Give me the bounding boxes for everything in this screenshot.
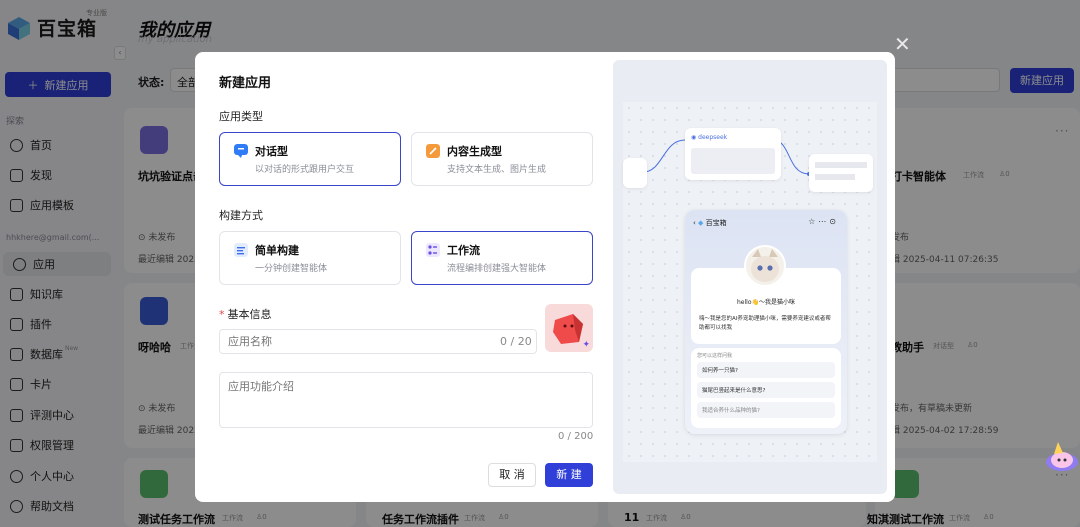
app-name-input[interactable] (219, 329, 537, 354)
suggested-question: 猫尾巴竖起来是什么意思? (697, 382, 835, 398)
type-option-desc: 支持文本生成、图片生成 (447, 165, 547, 175)
type-option-desc: 以对话的形式跟用户交互 (255, 165, 355, 175)
preview-canvas: ◉ deepseek ‹ ◆ 百宝箱 ☆⋯⊙ hello👋～我是猫小咪 嗨～我是… (623, 102, 877, 462)
build-option-workflow[interactable]: 工作流 流程编排创建强大智能体 (411, 231, 593, 285)
star-icon: ☆ (808, 217, 819, 226)
workflow-icon (426, 243, 440, 257)
more-icon: ⋯ (818, 217, 830, 226)
build-option-simple[interactable]: 简单构建 一分钟创建智能体 (219, 231, 401, 285)
app-description-input[interactable] (219, 372, 593, 428)
deepseek-node-label: ◉ deepseek (691, 134, 728, 141)
phone-preview: ‹ ◆ 百宝箱 ☆⋯⊙ hello👋～我是猫小咪 嗨～我是您的AI养宠助理猫小咪… (685, 210, 847, 434)
build-option-desc: 流程编排创建强大智能体 (447, 264, 547, 274)
app-type-section-label: 应用类型 (219, 110, 263, 123)
type-option-content[interactable]: 内容生成型 支持文本生成、图片生成 (411, 132, 593, 186)
flow-node-left (623, 158, 647, 188)
create-button[interactable]: 新 建 (545, 463, 593, 487)
list-icon (234, 243, 248, 257)
build-option-name: 工作流 (447, 244, 480, 257)
app-avatar-picker[interactable]: ✦ (545, 304, 593, 352)
type-option-name: 内容生成型 (447, 145, 502, 158)
phone-intro-text: 嗨～我是您的AI养宠助理猫小咪，需要养宠建议或者帮助都可以找我 (699, 316, 831, 331)
record-icon: ⊙ (829, 217, 839, 226)
build-section-label: 构建方式 (219, 209, 263, 222)
cat-avatar (744, 245, 786, 287)
flow-node-deepseek: ◉ deepseek (685, 128, 781, 180)
app-description-counter: 0 / 200 (558, 431, 594, 442)
assistant-mascot-icon[interactable] (1044, 440, 1080, 472)
preview-panel: ◉ deepseek ‹ ◆ 百宝箱 ☆⋯⊙ hello👋～我是猫小咪 嗨～我是… (613, 60, 887, 494)
modal-title: 新建应用 (219, 76, 272, 91)
flow-node-right (809, 154, 873, 192)
cancel-button[interactable]: 取 消 (488, 463, 536, 487)
sparkle-icon: ✦ (582, 340, 590, 350)
back-icon: ‹ (693, 219, 696, 227)
pen-icon (426, 144, 440, 158)
type-option-name: 对话型 (255, 145, 288, 158)
close-icon[interactable]: ✕ (894, 34, 911, 54)
deepseek-icon: ◉ (691, 134, 697, 141)
phone-header-icons: ☆⋯⊙ (808, 217, 839, 226)
type-option-chat[interactable]: 对话型 以对话的形式跟用户交互 (219, 132, 401, 186)
phone-suggestions: 您可以这样问我 如何养一只猫? 猫尾巴竖起来是什么意思? 我适合养什么品种的猫? (691, 348, 841, 428)
suggested-question: 我适合养什么品种的猫? (697, 402, 835, 418)
phone-header: ‹ ◆ 百宝箱 (693, 219, 727, 227)
chat-icon (234, 144, 248, 158)
suggested-question: 如何养一只猫? (697, 362, 835, 378)
phone-logo-icon: ◆ (698, 219, 704, 227)
app-name-counter: 0 / 20 (500, 335, 532, 348)
new-app-modal: 新建应用 应用类型 对话型 以对话的形式跟用户交互 内容生成型 支持文本生成、图… (195, 52, 895, 502)
suggestions-title: 您可以这样问我 (697, 353, 733, 359)
phone-hello-text: hello👋～我是猫小咪 (737, 299, 795, 306)
build-option-desc: 一分钟创建智能体 (255, 264, 328, 274)
basic-info-label: * 基本信息 (219, 308, 272, 321)
build-option-name: 简单构建 (255, 244, 299, 257)
